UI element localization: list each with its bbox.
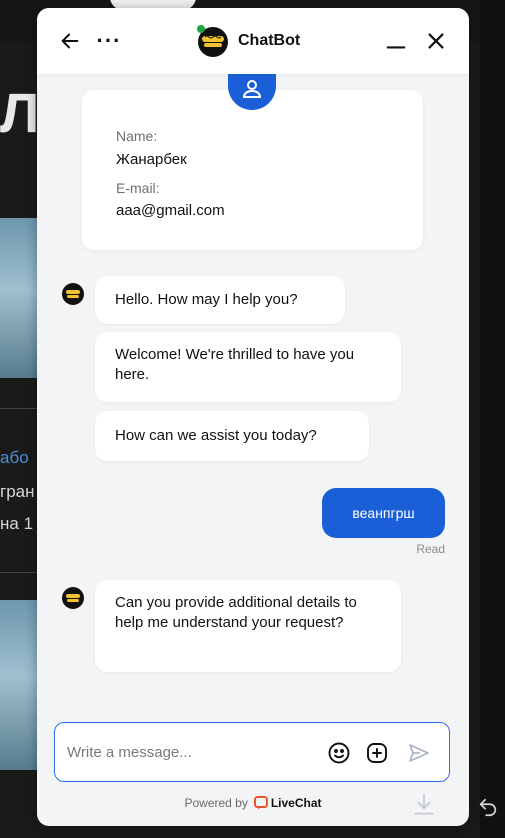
message-composer — [54, 722, 450, 782]
email-label: E-mail: — [116, 180, 160, 196]
back-button[interactable] — [55, 26, 85, 56]
chat-title: ChatBot — [238, 32, 301, 49]
bot-avatar-icon — [61, 586, 85, 610]
user-icon — [242, 80, 262, 98]
emoji-button[interactable] — [325, 739, 353, 767]
chat-header: ··· ChatBot — [37, 8, 469, 74]
chatbot-logo-icon — [195, 23, 231, 59]
minimize-icon — [386, 46, 406, 49]
download-icon[interactable] — [411, 792, 437, 818]
name-label: Name: — [116, 128, 158, 144]
bot-message: How can we assist you today? — [95, 411, 369, 461]
name-value: Жанарбек — [116, 151, 187, 168]
background-text-line: на 1 — [0, 514, 34, 533]
bot-message: Hello. How may I help you? — [95, 276, 345, 324]
powered-by-footer: Powered by LiveChat — [37, 792, 469, 814]
close-icon — [428, 33, 444, 49]
close-button[interactable] — [421, 26, 451, 56]
livechat-name: LiveChat — [270, 796, 322, 810]
background-text-line: гран — [0, 482, 35, 501]
livechat-logo-icon — [253, 796, 268, 810]
chat-brand: ChatBot — [195, 24, 300, 58]
arrow-left-icon — [61, 33, 79, 49]
chat-widget: ··· ChatBot Name: Жанарбек E-mail: aaa@g… — [37, 8, 469, 826]
rotate-icon[interactable] — [476, 796, 500, 820]
plus-square-icon — [367, 743, 387, 763]
minimize-button[interactable] — [381, 26, 411, 56]
message-list[interactable]: Name: Жанарбек E-mail: aaa@gmail.com Hel… — [37, 68, 469, 714]
send-button[interactable] — [405, 739, 433, 767]
background-right-strip — [480, 0, 505, 838]
more-options-button[interactable]: ··· — [93, 26, 125, 56]
user-message: веанпгрш — [322, 488, 445, 538]
powered-by-text: Powered by — [184, 796, 248, 810]
message-status: Read — [416, 542, 445, 556]
send-icon — [409, 744, 429, 762]
livechat-link[interactable]: LiveChat — [253, 796, 322, 810]
user-info-card: Name: Жанарбек E-mail: aaa@gmail.com — [82, 90, 423, 250]
email-value: aaa@gmail.com — [116, 202, 225, 219]
bot-avatar-icon — [61, 282, 85, 306]
attach-button[interactable] — [363, 739, 391, 767]
background-link[interactable]: або — [0, 448, 29, 468]
bot-message: Welcome! We're thrilled to have you here… — [95, 332, 401, 402]
message-input[interactable] — [67, 739, 317, 765]
smiley-icon — [328, 742, 350, 764]
bot-message: Can you provide additional details to he… — [95, 580, 401, 672]
